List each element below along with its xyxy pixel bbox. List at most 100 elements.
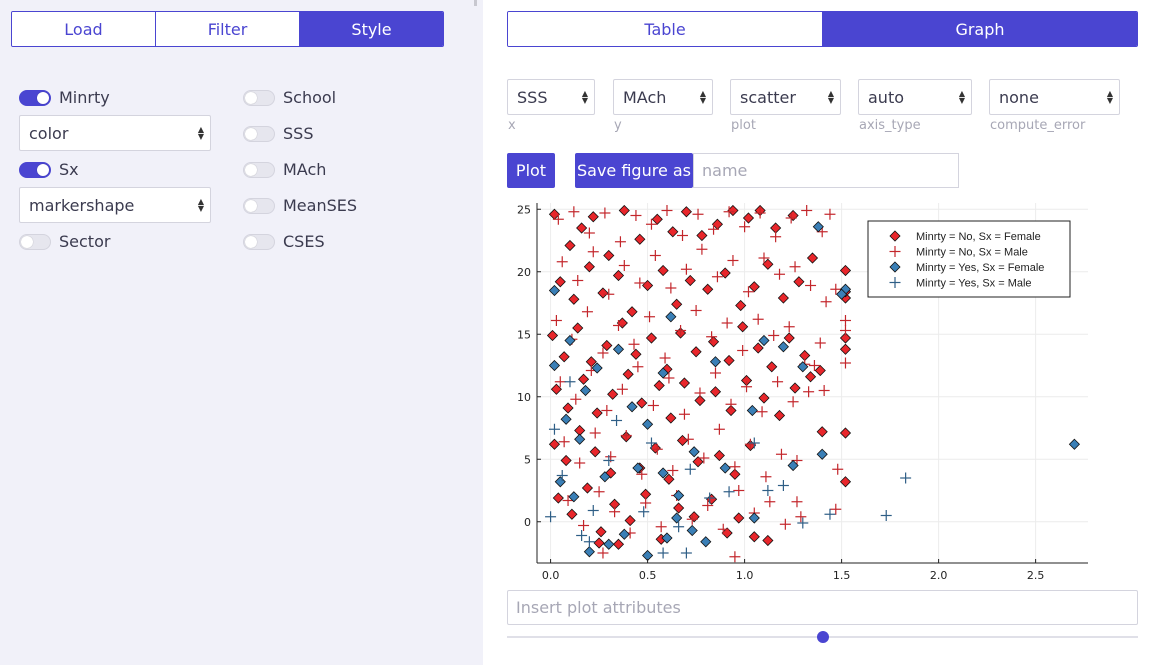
data-point	[576, 222, 588, 234]
toggle-row-cses[interactable]: CSES	[243, 232, 325, 251]
data-point	[696, 243, 708, 255]
plot-type-select[interactable]: scatter ▲ ▼	[730, 79, 841, 115]
sx-toggle[interactable]	[19, 161, 51, 178]
data-point	[568, 206, 580, 218]
toggle-row-sector[interactable]: Sector	[19, 232, 110, 251]
data-point	[564, 376, 576, 388]
data-point	[618, 204, 630, 217]
data-point	[766, 361, 778, 373]
toggle-row-sx[interactable]: Sx	[19, 160, 79, 179]
data-point	[577, 373, 590, 385]
meanses-toggle[interactable]	[243, 197, 275, 214]
data-point	[748, 281, 760, 293]
data-point	[609, 506, 621, 518]
sector-label: Sector	[59, 232, 111, 251]
x-select[interactable]: SSS ▲ ▼	[507, 79, 595, 115]
data-point	[752, 313, 764, 325]
data-point	[830, 503, 842, 515]
cses-toggle[interactable]	[243, 233, 275, 250]
data-point	[686, 524, 698, 537]
data-point	[793, 276, 805, 288]
plot-attributes-input[interactable]: Insert plot attributes	[507, 590, 1138, 625]
tab-graph[interactable]: Graph	[823, 12, 1137, 46]
data-point	[595, 526, 607, 538]
school-toggle[interactable]	[243, 89, 275, 106]
data-point	[673, 521, 685, 533]
data-point	[568, 293, 580, 305]
data-point	[692, 208, 704, 220]
sector-toggle[interactable]	[19, 233, 51, 250]
data-point	[665, 412, 677, 424]
x-tick-label: 1.0	[736, 569, 754, 582]
data-point	[545, 511, 557, 523]
data-point	[684, 463, 696, 475]
compute-error-select[interactable]: none ▲ ▼	[989, 79, 1120, 115]
data-point	[789, 382, 801, 394]
toggle-row-sss[interactable]: SSS	[243, 124, 313, 143]
data-point	[727, 255, 739, 266]
data-point	[611, 415, 623, 426]
toggle-row-mach[interactable]: MAch	[243, 160, 326, 179]
data-point	[587, 246, 599, 258]
select-arrows-icon: ▲ ▼	[197, 197, 204, 213]
data-point	[665, 282, 677, 294]
x-tick-label: 2.5	[1027, 569, 1045, 582]
slider-thumb[interactable]	[816, 631, 829, 643]
data-point	[657, 547, 669, 559]
toggle-row-meanses[interactable]: MeanSES	[243, 196, 357, 215]
figure-name-input[interactable]: name	[693, 153, 959, 188]
data-point	[603, 538, 615, 550]
data-point	[702, 283, 714, 295]
select-arrows-icon: ▲ ▼	[827, 89, 834, 105]
data-point	[558, 436, 570, 448]
data-point	[880, 510, 892, 521]
data-point	[624, 514, 636, 527]
mach-toggle[interactable]	[243, 161, 275, 178]
data-point	[558, 351, 570, 363]
toggle-row-school[interactable]: School	[243, 88, 336, 107]
data-point	[804, 371, 817, 383]
left-tabs: Load Filter Style	[11, 11, 444, 47]
x-tick-label: 2.0	[930, 569, 948, 582]
data-point	[709, 356, 722, 368]
data-point	[583, 546, 595, 558]
data-point	[900, 472, 912, 484]
data-point	[614, 236, 626, 248]
markershape-select[interactable]: markershape ▲ ▼	[19, 187, 211, 223]
data-point	[758, 334, 770, 347]
tab-filter[interactable]: Filter	[156, 12, 300, 46]
save-figure-button[interactable]: Save figure as	[575, 153, 693, 188]
data-point	[774, 268, 786, 280]
color-select[interactable]: color ▲ ▼	[19, 115, 211, 151]
minrty-toggle[interactable]	[19, 89, 51, 106]
y-select[interactable]: MAch ▲ ▼	[613, 79, 713, 115]
tab-load[interactable]: Load	[12, 12, 156, 46]
data-point	[640, 497, 652, 509]
data-point	[707, 336, 720, 348]
toggle-row-minrty[interactable]: Minrty	[19, 88, 110, 107]
data-point	[814, 337, 826, 349]
tab-table[interactable]: Table	[508, 12, 823, 46]
sss-toggle[interactable]	[243, 125, 275, 142]
data-point	[795, 511, 807, 523]
data-point	[729, 551, 741, 563]
data-point	[560, 454, 572, 467]
data-point	[618, 260, 630, 271]
plot-button[interactable]: Plot	[507, 153, 555, 188]
scrollbar[interactable]	[474, 0, 477, 6]
y-tick-label: 0	[524, 516, 531, 529]
data-point	[803, 386, 815, 398]
data-point	[787, 396, 799, 408]
data-point	[657, 264, 669, 277]
data-point	[587, 211, 599, 223]
data-point	[777, 341, 789, 353]
data-point	[1068, 438, 1080, 450]
data-point	[661, 205, 673, 216]
x-tick-label: 0.5	[639, 569, 657, 582]
tab-style[interactable]: Style	[300, 12, 443, 46]
series-1	[550, 205, 851, 563]
data-point	[787, 209, 799, 222]
data-point	[723, 354, 735, 367]
data-point	[676, 434, 689, 447]
axis-type-select[interactable]: auto ▲ ▼	[858, 79, 972, 115]
